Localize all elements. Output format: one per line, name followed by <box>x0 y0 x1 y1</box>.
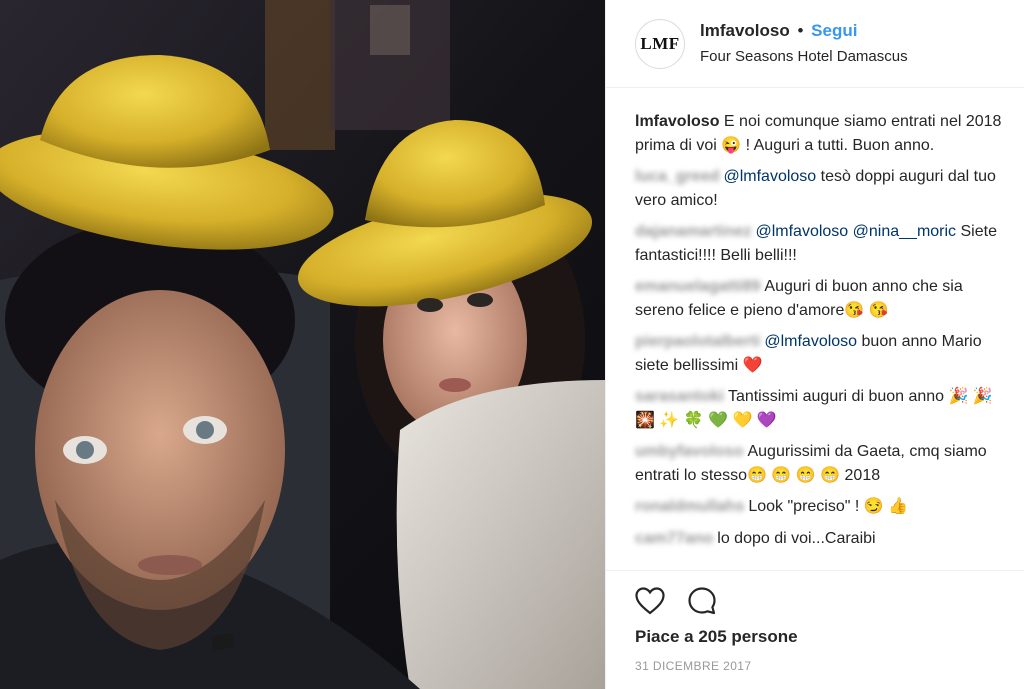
comment-text: Look "preciso" ! 😏 👍 <box>748 498 909 515</box>
caption-username[interactable]: lmfavoloso <box>635 113 719 130</box>
location-link[interactable]: Four Seasons Hotel Damascus <box>700 48 908 65</box>
comment-username[interactable]: emanuelagatti89 <box>635 278 760 295</box>
comment-username[interactable]: luca_greed <box>635 168 719 185</box>
comment-item: pierpaolotalberti @lmfavoloso buon anno M… <box>635 330 1005 377</box>
post-actions: Piace a 205 persone 31 DICEMBRE 2017 <box>606 570 1024 689</box>
post-sidebar: LMF lmfavoloso • Segui Four Seasons Hote… <box>605 0 1024 689</box>
comment-item: ronaldmullahs Look "preciso" ! 😏 👍 <box>635 495 1005 519</box>
follow-button[interactable]: Segui <box>811 21 857 40</box>
comment-item: luca_greed @lmfavoloso tesò doppi auguri … <box>635 165 1005 212</box>
caption: lmfavoloso E noi comunque siamo entrati … <box>635 110 1005 157</box>
comment-username[interactable]: pierpaolotalberti <box>635 333 760 350</box>
header-line: lmfavoloso • Segui <box>700 21 857 41</box>
post-photo[interactable] <box>0 0 605 689</box>
avatar-logo-text: LMF <box>640 34 680 53</box>
post-date: 31 DICEMBRE 2017 <box>635 659 752 673</box>
username-link[interactable]: lmfavoloso <box>700 21 790 40</box>
comment-mention[interactable]: @lmfavoloso <box>723 168 816 185</box>
comment-username[interactable]: dajanamartinez <box>635 223 751 240</box>
comment-mention[interactable]: @lmfavoloso @nina__moric <box>755 223 956 240</box>
likes-count[interactable]: Piace a 205 persone <box>635 627 798 647</box>
comment-item: emanuelagatti89 Auguri di buon anno che s… <box>635 275 1005 322</box>
comment-text: lo dopo di voi...Caraibi <box>717 529 876 547</box>
comment-mention[interactable]: @lmfavoloso <box>764 333 857 350</box>
comment-item: dajanamartinez @lmfavoloso @nina__moric S… <box>635 220 1005 267</box>
action-icons <box>634 585 718 617</box>
comment-username[interactable]: umbyfavoloso <box>635 443 743 460</box>
heart-icon[interactable] <box>634 585 666 617</box>
post-header: LMF lmfavoloso • Segui Four Seasons Hote… <box>606 0 1024 88</box>
comment-username[interactable]: cam77ano <box>635 530 713 547</box>
comments-list: lmfavoloso E noi comunque siamo entrati … <box>635 110 1005 558</box>
comment-username[interactable]: ronaldmullahs <box>635 498 744 515</box>
comment-username[interactable]: sarasantoki <box>635 388 724 405</box>
comment-icon[interactable] <box>686 585 718 617</box>
selfie-image <box>0 0 605 689</box>
avatar[interactable]: LMF <box>635 19 685 69</box>
instagram-post: LMF lmfavoloso • Segui Four Seasons Hote… <box>0 0 1024 689</box>
comment-item: umbyfavoloso Augurissimi da Gaeta, cmq si… <box>635 440 1005 487</box>
separator-dot: • <box>797 21 804 40</box>
comment-item: cam77ano lo dopo di voi...Caraibi <box>635 527 1005 551</box>
comment-item: sarasantoki Tantissimi auguri di buon ann… <box>635 385 1005 432</box>
